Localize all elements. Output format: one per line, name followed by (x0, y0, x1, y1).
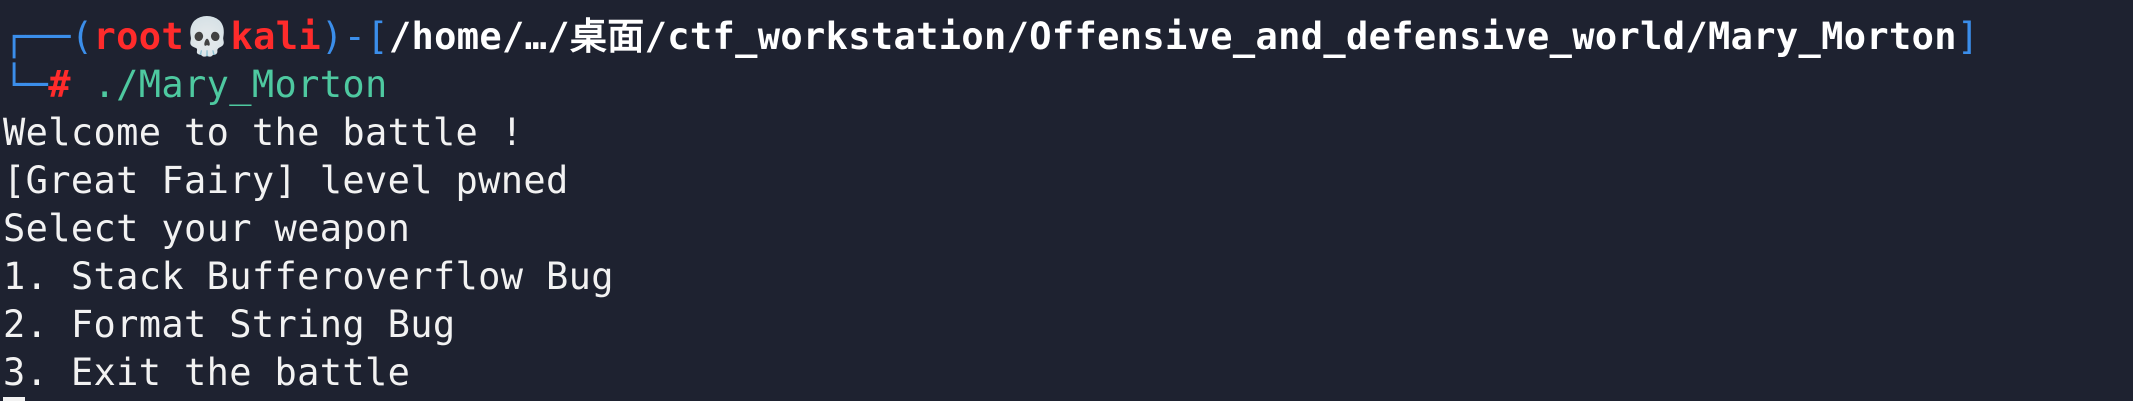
output-line-welcome: Welcome to the battle ! (3, 111, 547, 154)
output-line-level: [Great Fairy] level pwned (3, 159, 592, 202)
prompt-line-bottom: └─# ./Mary_Morton (0, 61, 2133, 109)
prompt-frame-bottom: └─ (3, 63, 49, 106)
menu-option-exit: 3. Exit the battle (3, 351, 433, 394)
prompt-path: /home/…/桌面/ctf_workstation/Offensive_and… (388, 15, 1957, 58)
command-text: ./Mary_Morton (70, 63, 388, 106)
prompt-user: root (93, 15, 185, 58)
skull-icon: 💀 (184, 15, 231, 58)
prompt-frame-top: ┌──( (3, 15, 94, 58)
prompt-line-top: ┌──(root💀kali)-[/home/…/桌面/ctf_workstati… (0, 13, 2133, 61)
prompt-close: ] (1956, 15, 1980, 58)
text-cursor (3, 397, 25, 401)
menu-option-format-string: 2. Format String Bug (3, 303, 479, 346)
output-line-select: Select your weapon (3, 207, 433, 250)
menu-option-stack-overflow: 1. Stack Bufferoverflow Bug (3, 255, 637, 298)
terminal-window[interactable]: ┌──(root💀kali)-[/home/…/桌面/ctf_workstati… (0, 0, 2133, 401)
prompt-separator: )-[ (320, 15, 389, 58)
prompt-hash: # (48, 63, 71, 106)
prompt-host: kali (230, 15, 321, 58)
